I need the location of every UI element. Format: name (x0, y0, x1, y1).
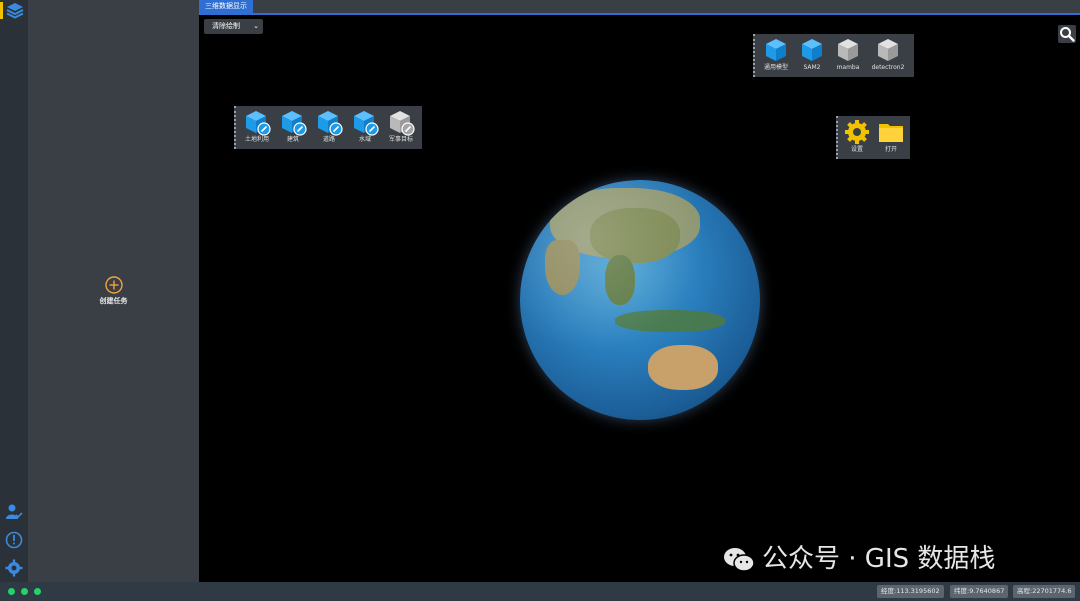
folder-icon (879, 124, 903, 142)
cube-gray-icon (878, 39, 898, 61)
layers-icon (6, 3, 24, 19)
icon-rail (0, 0, 28, 582)
tool-detectron2[interactable]: detectron2 (870, 36, 906, 72)
wechat-icon (724, 547, 755, 572)
model-toolbar: 通用模型 SAM2 mamba detectron2 (753, 34, 914, 77)
tool-road[interactable]: 道路 (311, 108, 347, 144)
cube-edit-blue-icon (354, 111, 379, 136)
status-bar: 经度:113.3195602 纬度:9.7640867 高程:22701774.… (0, 582, 1080, 601)
user-icon[interactable] (5, 503, 23, 521)
class-toolbar: 土地利用 建筑 道路 水域 军事目标 (234, 106, 422, 149)
add-circle-icon (104, 276, 123, 294)
gear-icon (845, 120, 869, 144)
tool-military[interactable]: 军事目标 (383, 108, 419, 144)
watermark-text: 公众号 · GIS 数据栈 (762, 544, 996, 574)
tool-label: detectron2 (871, 64, 905, 71)
app-logo[interactable] (0, 0, 28, 22)
tool-land-use[interactable]: 土地利用 (239, 108, 275, 144)
longitude-readout: 经度:113.3195602 (877, 585, 944, 598)
settings-toolbar: 设置 打开 (836, 116, 910, 159)
tool-open[interactable]: 打开 (873, 118, 909, 154)
tool-label: 道路 (322, 136, 335, 143)
tool-label: 通用模型 (763, 64, 788, 71)
tool-label: 建筑 (286, 136, 299, 143)
tool-label: 打开 (884, 146, 897, 153)
tool-label: 土地利用 (244, 136, 269, 143)
cube-blue-icon (766, 39, 786, 61)
create-task-label: 创建任务 (99, 297, 128, 305)
cube-blue-icon (802, 39, 822, 61)
cloud-haze (520, 180, 760, 420)
status-dot (34, 588, 41, 595)
tool-settings[interactable]: 设置 (839, 118, 875, 154)
tool-building[interactable]: 建筑 (275, 108, 311, 144)
watermark: 公众号 · GIS 数据栈 (722, 538, 995, 575)
latitude-readout: 纬度:9.7640867 (950, 585, 1009, 598)
active-indicator (0, 2, 3, 19)
tab-3d-display[interactable]: 三维数据显示 (199, 0, 253, 13)
search-icon (1060, 27, 1075, 42)
earth-globe[interactable] (520, 180, 760, 420)
cube-gray-icon (838, 39, 858, 61)
tool-general-model[interactable]: 通用模型 (758, 36, 794, 72)
tool-label: SAM2 (803, 64, 821, 71)
cube-edit-gray-icon (390, 111, 415, 136)
tool-sam2[interactable]: SAM2 (794, 36, 830, 72)
chevron-down-icon: ⌄ (253, 22, 259, 30)
status-dot (8, 588, 15, 595)
tool-label: mamba (836, 64, 860, 71)
globe-viewer[interactable]: 清除绘制 ⌄ 土地利用 建筑 道路 水域 军事目标 通用模型 SAM2 mamb… (199, 15, 1080, 582)
tool-label: 军事目标 (388, 136, 413, 143)
tool-water[interactable]: 水域 (347, 108, 383, 144)
status-dot (21, 588, 28, 595)
cube-edit-blue-icon (246, 111, 271, 136)
tool-label: 水域 (358, 136, 371, 143)
tab-bar: 三维数据显示 (199, 0, 1080, 15)
altitude-readout: 高程:22701774.6 (1013, 585, 1076, 598)
cube-edit-blue-icon (318, 111, 343, 136)
clear-draw-value: 清除绘制 (212, 22, 240, 30)
info-icon[interactable] (5, 531, 23, 549)
clear-draw-select[interactable]: 清除绘制 ⌄ (204, 19, 263, 34)
search-button[interactable] (1058, 25, 1076, 43)
task-panel: 创建任务 (28, 0, 199, 582)
tool-mamba[interactable]: mamba (830, 36, 866, 72)
create-task-button[interactable]: 创建任务 (28, 276, 199, 306)
cube-edit-blue-icon (282, 111, 307, 136)
settings-gear-icon[interactable] (5, 559, 23, 577)
tool-label: 设置 (850, 146, 863, 153)
